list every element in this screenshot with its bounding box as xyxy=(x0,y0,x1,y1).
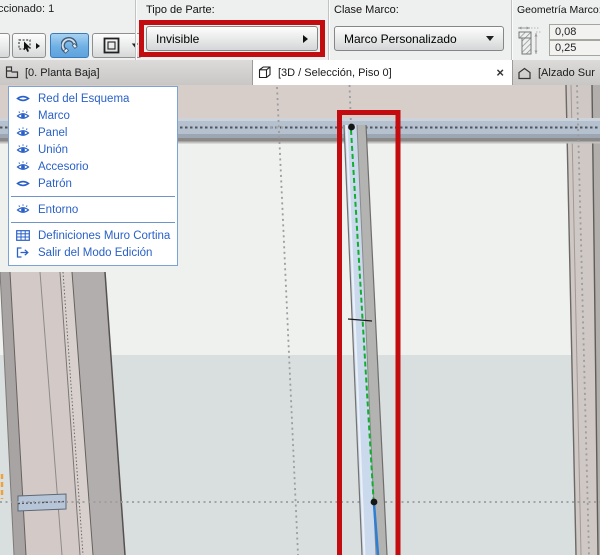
floor-plan-icon xyxy=(4,65,19,80)
menu-item-label: Panel xyxy=(38,127,67,139)
frame-depth-field[interactable]: 0,25 xyxy=(549,40,600,56)
view-tab-bar: [0. Planta Baja] [3D / Selección, Piso 0… xyxy=(0,60,600,85)
menu-item-label: Definiciones Muro Cortina xyxy=(38,230,170,242)
menu-item-label: Salir del Modo Edición xyxy=(38,247,152,259)
chevron-down-icon xyxy=(486,36,494,41)
menu-item-red-del-esquema[interactable]: Red del Esquema xyxy=(9,90,177,107)
archicad-window: ccionado: 1 xyxy=(0,0,600,555)
eye-open-icon xyxy=(16,204,30,215)
elevation-icon xyxy=(517,66,532,80)
menu-item-label: Patrón xyxy=(38,178,72,190)
frame-icon xyxy=(103,37,120,54)
frame-profile-dimensions-icon xyxy=(516,24,547,58)
flyout-arrow-icon xyxy=(303,35,308,43)
toolbar-separator xyxy=(328,0,329,60)
part-type-value: Invisible xyxy=(156,32,199,46)
eye-open-icon xyxy=(16,161,30,172)
clipped-toolbar-button[interactable] xyxy=(0,33,10,58)
table-icon xyxy=(16,230,30,241)
tab-elevation[interactable]: [Alzado Sur xyxy=(513,60,600,85)
tab-label: [Alzado Sur xyxy=(538,67,595,79)
frame-display-button[interactable] xyxy=(92,33,130,58)
menu-item-label: Unión xyxy=(38,144,68,156)
curtain-wall-edit-menu: Red del Esquema Marco Panel U xyxy=(8,86,178,266)
toolbar-separator xyxy=(135,0,136,60)
selection-handle-bottom[interactable] xyxy=(371,499,378,506)
menu-item-label: Accesorio xyxy=(38,161,89,173)
selection-status: ccionado: 1 xyxy=(0,3,54,15)
eye-open-icon xyxy=(16,144,30,155)
eye-open-icon xyxy=(16,110,30,121)
marquee-select-button[interactable] xyxy=(12,33,46,58)
options-toolbar: ccionado: 1 xyxy=(0,0,600,60)
toolbar-separator xyxy=(511,0,512,60)
menu-item-patron[interactable]: Patrón xyxy=(9,175,177,192)
menu-item-label: Entorno xyxy=(38,204,78,216)
menu-item-entorno[interactable]: Entorno xyxy=(9,201,177,218)
tab-label: [0. Planta Baja] xyxy=(25,67,100,79)
part-type-label: Tipo de Parte: xyxy=(146,4,215,16)
lower-transom-bar xyxy=(18,494,66,511)
flyout-arrow-icon xyxy=(36,43,40,49)
frame-class-label: Clase Marco: xyxy=(334,4,399,16)
menu-item-salir-modo-edicion[interactable]: Salir del Modo Edición xyxy=(9,244,177,261)
menu-separator xyxy=(11,222,175,223)
3d-view-icon xyxy=(257,65,272,80)
tab-floor-plan[interactable]: [0. Planta Baja] xyxy=(0,60,252,85)
menu-item-accesorio[interactable]: Accesorio xyxy=(9,158,177,175)
menu-separator xyxy=(11,196,175,197)
part-type-dropdown[interactable]: Invisible xyxy=(146,26,318,51)
frame-class-dropdown[interactable]: Marco Personalizado xyxy=(334,26,504,51)
tab-3d-view-active[interactable]: [3D / Selección, Piso 0] × xyxy=(252,60,513,85)
eye-closed-icon xyxy=(16,178,30,189)
exit-icon xyxy=(16,247,30,258)
menu-item-label: Red del Esquema xyxy=(38,93,129,105)
left-wall-column[interactable] xyxy=(0,272,125,555)
frame-width-field[interactable]: 0,08 xyxy=(549,24,600,40)
eye-closed-icon xyxy=(16,93,30,104)
magnet-icon xyxy=(61,37,79,55)
tab-label: [3D / Selección, Piso 0] xyxy=(278,67,490,79)
menu-item-union[interactable]: Unión xyxy=(9,141,177,158)
frame-geometry-label: Geometría Marco: xyxy=(517,4,600,16)
marquee-arrow-icon xyxy=(18,38,34,53)
eye-open-icon xyxy=(16,127,30,138)
frame-width-value: 0,08 xyxy=(555,26,576,38)
menu-item-definiciones-muro-cortina[interactable]: Definiciones Muro Cortina xyxy=(9,227,177,244)
close-icon[interactable]: × xyxy=(496,66,504,79)
magnet-toggle-button[interactable] xyxy=(50,33,89,58)
menu-item-marco[interactable]: Marco xyxy=(9,107,177,124)
frame-class-value: Marco Personalizado xyxy=(344,32,457,46)
selection-handle-top[interactable] xyxy=(348,124,355,131)
frame-depth-value: 0,25 xyxy=(555,42,576,54)
menu-item-panel[interactable]: Panel xyxy=(9,124,177,141)
menu-item-label: Marco xyxy=(38,110,70,122)
